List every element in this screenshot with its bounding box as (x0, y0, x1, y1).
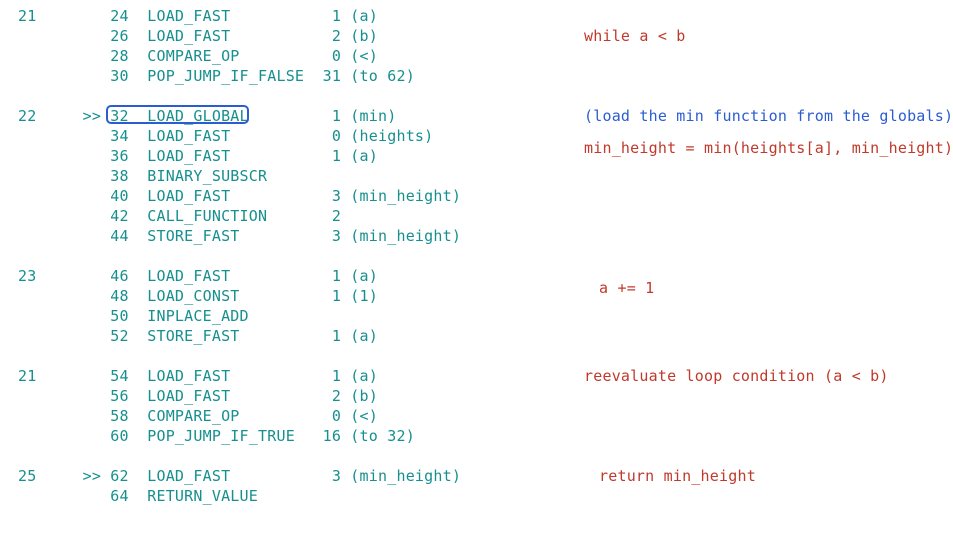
annotation: min_height = min(heights[a], min_height) (584, 138, 953, 158)
bytecode-row: 22 >> 32 LOAD_GLOBAL 1 (min) (18, 106, 548, 126)
annotation: (load the min function from the globals) (584, 106, 953, 126)
bytecode-row: 21 24 LOAD_FAST 1 (a) (18, 6, 548, 26)
bytecode-row: 28 COMPARE_OP 0 (<) (18, 46, 548, 66)
bytecode-row: 58 COMPARE_OP 0 (<) (18, 406, 548, 426)
bytecode-row (18, 446, 548, 466)
bytecode-row: 64 RETURN_VALUE (18, 486, 548, 506)
bytecode-row: 52 STORE_FAST 1 (a) (18, 326, 548, 346)
bytecode-row: 60 POP_JUMP_IF_TRUE 16 (to 32) (18, 426, 548, 446)
bytecode-row: 23 46 LOAD_FAST 1 (a) (18, 266, 548, 286)
bytecode-row: 21 54 LOAD_FAST 1 (a) (18, 366, 548, 386)
bytecode-listing: 21 24 LOAD_FAST 1 (a) 26 LOAD_FAST 2 (b)… (18, 6, 548, 506)
bytecode-row: 36 LOAD_FAST 1 (a) (18, 146, 548, 166)
annotation: reevaluate loop condition (a < b) (584, 366, 889, 386)
bytecode-row: 56 LOAD_FAST 2 (b) (18, 386, 548, 406)
bytecode-row: 44 STORE_FAST 3 (min_height) (18, 226, 548, 246)
highlight-box (106, 105, 249, 124)
bytecode-row: 34 LOAD_FAST 0 (heights) (18, 126, 548, 146)
annotation: a += 1 (599, 278, 654, 298)
bytecode-row: 25 >> 62 LOAD_FAST 3 (min_height) (18, 466, 548, 486)
bytecode-row: 40 LOAD_FAST 3 (min_height) (18, 186, 548, 206)
annotation: while a < b (584, 26, 686, 46)
bytecode-row: 26 LOAD_FAST 2 (b) (18, 26, 548, 46)
bytecode-row: 48 LOAD_CONST 1 (1) (18, 286, 548, 306)
bytecode-row: 30 POP_JUMP_IF_FALSE 31 (to 62) (18, 66, 548, 86)
bytecode-row (18, 346, 548, 366)
annotation: return min_height (599, 466, 756, 486)
bytecode-row: 50 INPLACE_ADD (18, 306, 548, 326)
bytecode-row (18, 86, 548, 106)
bytecode-row: 38 BINARY_SUBSCR (18, 166, 548, 186)
bytecode-row: 42 CALL_FUNCTION 2 (18, 206, 548, 226)
bytecode-row (18, 246, 548, 266)
